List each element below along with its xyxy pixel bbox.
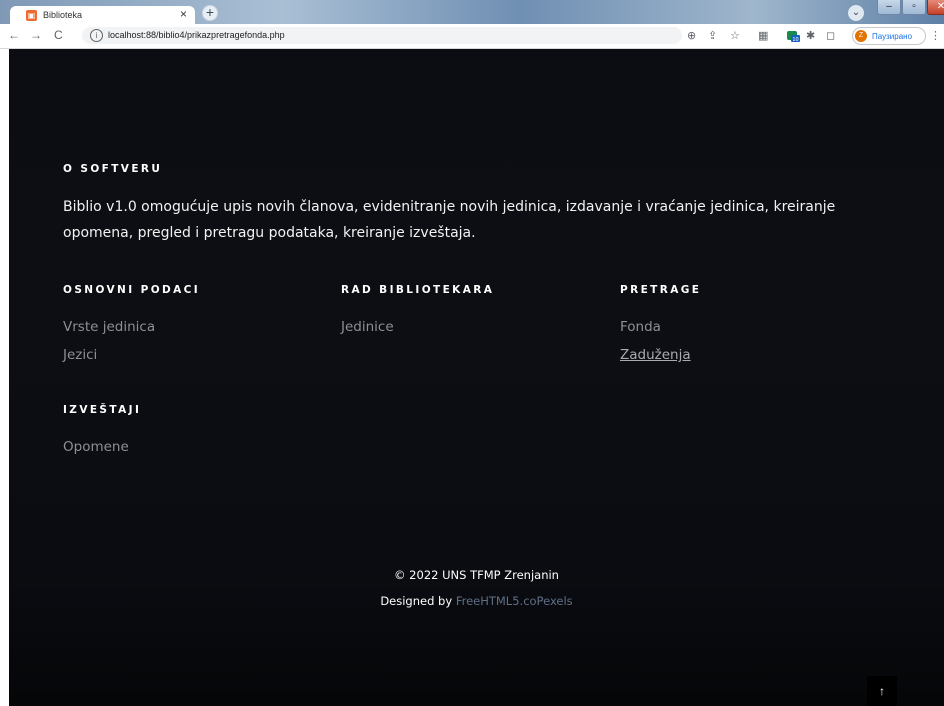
- browser-toolbar: ← → C i localhost:88/biblio4/prikazpretr…: [0, 24, 944, 49]
- link-zaduzenja[interactable]: Zaduženja: [620, 341, 691, 369]
- page-footer-area: O SOFTVERU Biblio v1.0 omogućuje upis no…: [9, 49, 944, 706]
- profile-status-label: Паузирано: [872, 31, 913, 41]
- tab-title: Biblioteka: [43, 10, 83, 20]
- star-bookmark-icon[interactable]: ☆: [730, 29, 740, 42]
- side-panel-icon[interactable]: ◻: [826, 29, 835, 42]
- izvestaji-links: Opomene: [63, 433, 129, 461]
- forward-arrow-icon[interactable]: →: [30, 28, 42, 42]
- rad-bibliotekara-links: Jedinice: [341, 313, 394, 341]
- url-text[interactable]: localhost:88/biblio4/prikazpretragefonda…: [108, 30, 285, 40]
- osnovni-podaci-heading: OSNOVNI PODACI: [63, 284, 201, 296]
- profile-paused-button[interactable]: Z Паузирано: [852, 27, 926, 45]
- about-text: Biblio v1.0 omogućuje upis novih članova…: [63, 199, 836, 241]
- window-controls: – ▫ ✕: [876, 0, 944, 16]
- tab-search-icon[interactable]: ⌄: [848, 5, 864, 21]
- link-jezici[interactable]: Jezici: [63, 341, 155, 369]
- browser-tab[interactable]: ▣ Biblioteka ×: [10, 6, 195, 24]
- pretrage-heading: PRETRAGE: [620, 284, 702, 296]
- bookmark-favicon-icon: ▣: [26, 9, 37, 21]
- tab-close-icon[interactable]: ×: [180, 7, 187, 21]
- browser-tab-strip: ▣ Biblioteka × + ⌄ – ▫ ✕: [0, 0, 944, 24]
- designed-by-line: Designed by FreeHTML5.coPexels: [9, 594, 944, 608]
- osnovni-podaci-links: Vrste jedinica Jezici: [63, 313, 155, 369]
- copyright-text: © 2022 UNS TFMP Zrenjanin: [394, 568, 559, 582]
- back-to-top-button[interactable]: ↑: [867, 676, 897, 706]
- close-window-button[interactable]: ✕: [927, 0, 944, 15]
- share-icon[interactable]: ⇪: [708, 29, 717, 42]
- link-fonda[interactable]: Fonda: [620, 313, 691, 341]
- address-bar[interactable]: i localhost:88/biblio4/prikazpretragefon…: [82, 27, 682, 44]
- link-vrste-jedinica[interactable]: Vrste jedinica: [63, 313, 155, 341]
- extension-pdf-icon[interactable]: ▦: [758, 29, 768, 42]
- link-opomene[interactable]: Opomene: [63, 433, 129, 461]
- credit-link[interactable]: FreeHTML5.coPexels: [456, 594, 573, 608]
- link-jedinice[interactable]: Jedinice: [341, 313, 394, 341]
- extension-badge-icon[interactable]: 10: [786, 28, 800, 42]
- designed-by-label: Designed by: [380, 594, 453, 608]
- maximize-button[interactable]: ▫: [902, 0, 926, 15]
- rad-bibliotekara-heading: RAD BIBLIOTEKARA: [341, 284, 495, 296]
- back-arrow-icon[interactable]: ←: [8, 28, 20, 42]
- extension-badge-count: 10: [792, 37, 798, 42]
- zoom-icon[interactable]: ⊕: [687, 29, 696, 42]
- new-tab-button[interactable]: +: [202, 5, 218, 21]
- izvestaji-heading: IZVEŠTAJI: [63, 404, 142, 416]
- extensions-puzzle-icon[interactable]: ✱: [806, 29, 815, 42]
- menu-kebab-icon[interactable]: ⋮: [930, 29, 941, 42]
- info-icon[interactable]: i: [90, 29, 103, 42]
- reload-icon[interactable]: C: [54, 28, 63, 42]
- profile-avatar: Z: [855, 30, 867, 42]
- pretrage-links: Fonda Zaduženja: [620, 313, 691, 369]
- minimize-button[interactable]: –: [877, 0, 901, 15]
- about-heading: O SOFTVERU: [63, 163, 163, 175]
